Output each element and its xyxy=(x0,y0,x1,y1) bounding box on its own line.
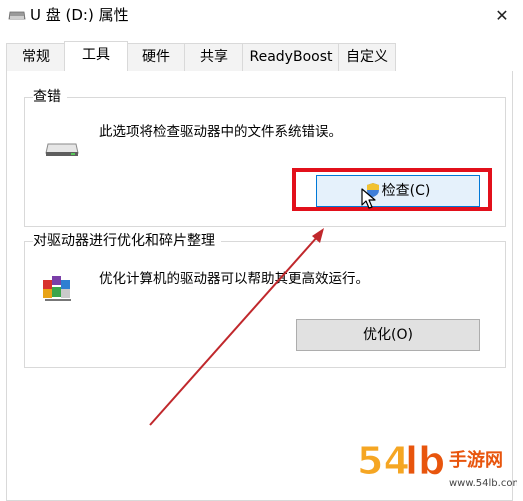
annotation-arrow xyxy=(149,228,324,426)
svg-text:lb: lb xyxy=(405,439,445,483)
watermark-logo: 54 lb 手游网 www.54lb.com xyxy=(357,439,517,490)
svg-text:54: 54 xyxy=(357,439,410,483)
svg-text:www.54lb.com: www.54lb.com xyxy=(449,478,517,489)
tab-tools[interactable]: 工具 xyxy=(64,41,128,71)
svg-text:手游网: 手游网 xyxy=(449,449,503,471)
